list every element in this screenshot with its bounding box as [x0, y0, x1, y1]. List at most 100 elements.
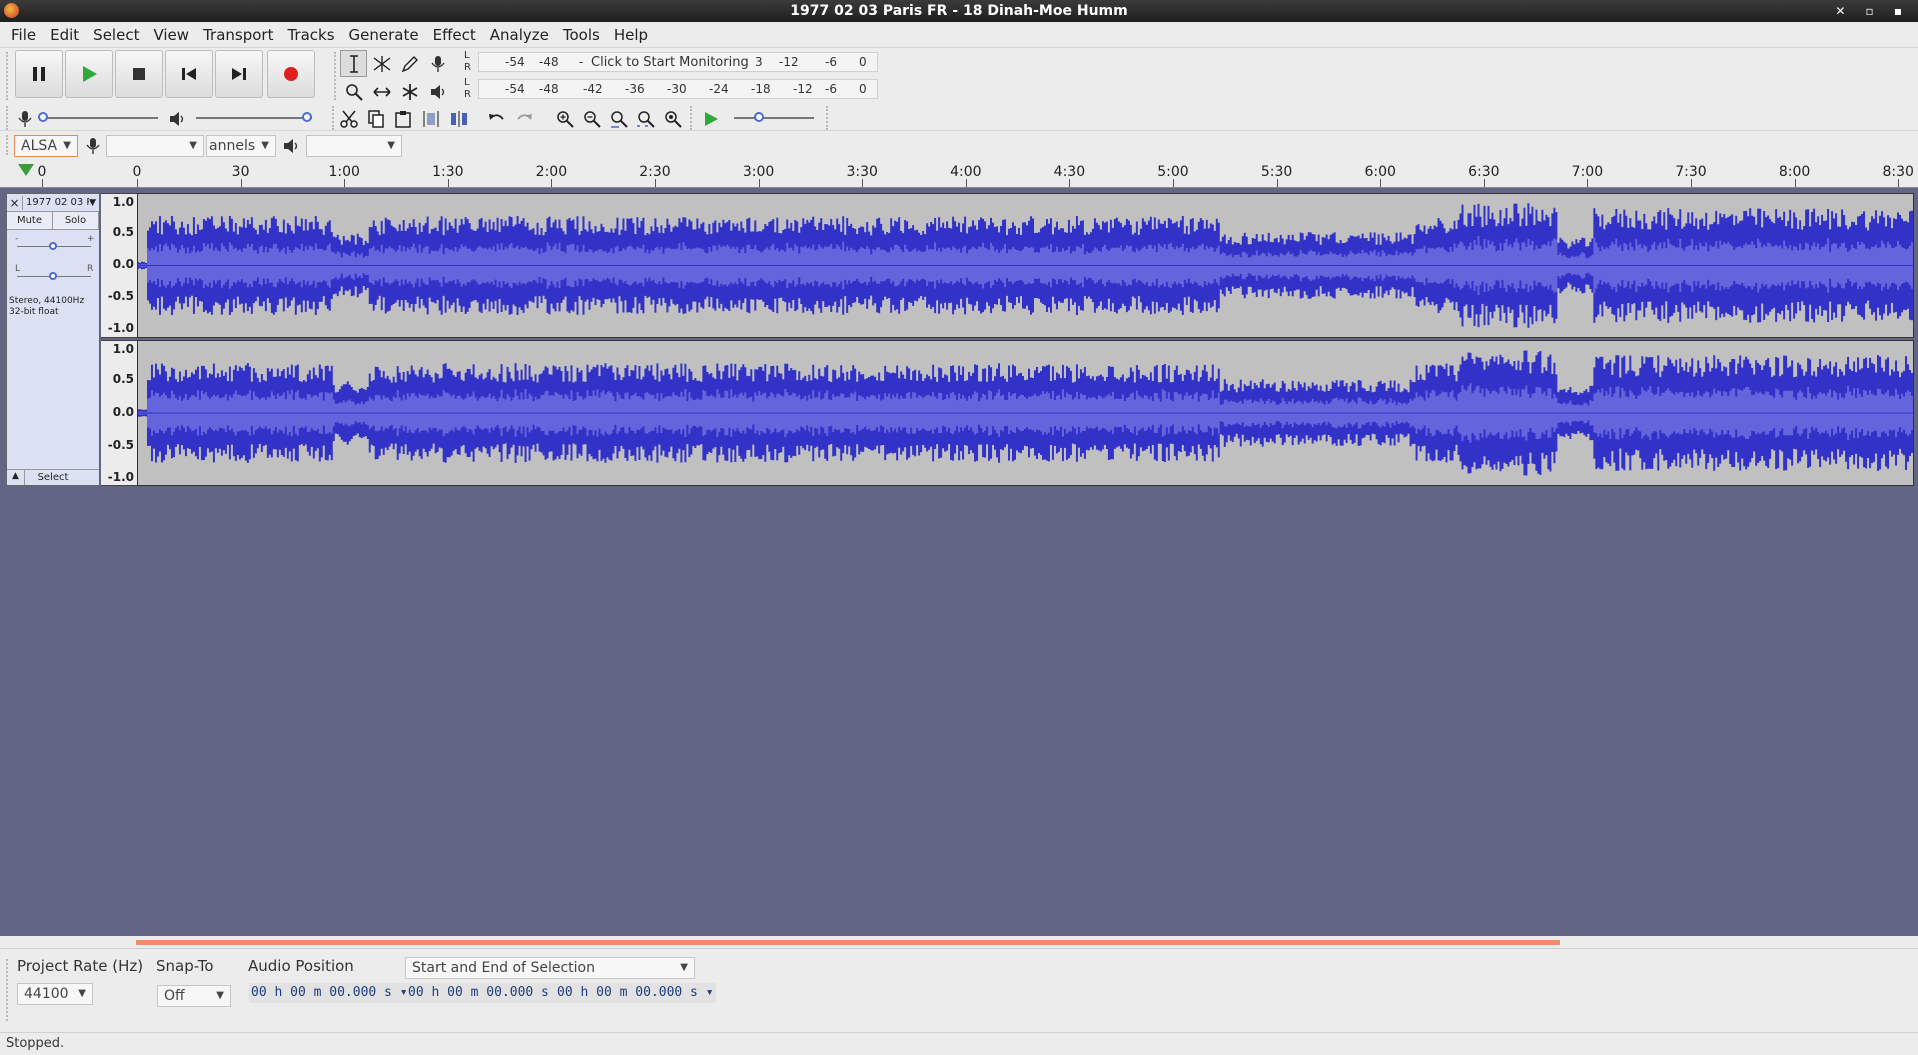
window-controls[interactable]: ✕ ▫ ▪ [1835, 0, 1910, 22]
zoom-out-button[interactable] [579, 106, 605, 132]
record-volume-slider[interactable] [38, 112, 158, 122]
timeline-ruler[interactable]: 0 0 30 1:00 1:30 2:00 2:30 3:00 3:30 4:00 4:30 5:00… [0, 158, 1918, 188]
recording-channels-select[interactable]: annels ▼ [206, 135, 276, 157]
menu-edit[interactable]: Edit [43, 26, 86, 44]
redo-icon [517, 114, 532, 120]
toolbar-grip[interactable] [6, 106, 10, 130]
playback-volume-slider[interactable] [196, 112, 312, 122]
zoom-tool[interactable] [340, 78, 367, 105]
copy-button[interactable] [363, 106, 389, 132]
menu-transport[interactable]: Transport [196, 26, 280, 44]
play-tick: -48 [539, 82, 559, 96]
project-rate-value: 44100 [24, 986, 69, 1002]
menu-generate[interactable]: Generate [342, 26, 426, 44]
timeline-label: 1:00 [328, 164, 360, 180]
track-area[interactable]: × 1977 02 03 P ▼ Mute Solo - + L R Stere… [0, 188, 1918, 936]
track-control-panel[interactable]: × 1977 02 03 P ▼ Mute Solo - + L R Stere… [6, 193, 100, 486]
pan-left-label: L [15, 264, 21, 274]
menu-view[interactable]: View [146, 26, 196, 44]
toolbar-grip[interactable] [334, 52, 338, 100]
slider-thumb[interactable] [38, 112, 48, 122]
fit-selection-button[interactable] [606, 106, 632, 132]
playback-device-select[interactable]: ▼ [306, 135, 402, 157]
click-to-start-monitoring[interactable]: Click to Start Monitoring [589, 55, 751, 70]
record-meter[interactable]: L R -54 -48 - Click to Start Monitoring … [464, 50, 878, 74]
slider-thumb[interactable] [754, 112, 764, 122]
collapse-track-icon[interactable]: ▲ [7, 469, 25, 485]
timeline-label: 0 [37, 164, 47, 180]
envelope-tool[interactable] [368, 50, 395, 77]
slider-thumb[interactable] [49, 272, 57, 280]
zoom-toggle-button[interactable] [660, 106, 686, 132]
record-meter-toggle[interactable] [424, 50, 451, 77]
toolbar-grip[interactable] [826, 106, 830, 130]
playback-meter[interactable]: L R -54 -48 -42 -36 -30 -24 -18 -12 -6 0 [464, 77, 878, 101]
toolbar-grip[interactable] [6, 135, 10, 155]
toolbar-grip[interactable] [690, 106, 694, 130]
menu-analyze[interactable]: Analyze [483, 26, 556, 44]
vertical-ruler-right[interactable]: 1.0 0.5 0.0 -0.5 -1.0 [101, 340, 137, 486]
menu-help[interactable]: Help [607, 26, 655, 44]
redo-button[interactable] [511, 106, 537, 132]
track-pan-slider[interactable] [17, 272, 91, 280]
time-shift-tool[interactable] [368, 78, 395, 105]
menu-select[interactable]: Select [86, 26, 146, 44]
waveform-left-channel[interactable] [137, 193, 1914, 338]
vertical-ruler-left[interactable]: 1.0 0.5 0.0 -0.5 -1.0 [101, 193, 137, 338]
cut-button[interactable] [336, 106, 362, 132]
paste-button[interactable] [390, 106, 416, 132]
record-button[interactable] [267, 50, 315, 98]
project-rate-select[interactable]: 44100 ▼ [17, 983, 93, 1005]
track-close-button[interactable]: × [7, 195, 23, 210]
track-name-menu[interactable]: 1977 02 03 P [23, 197, 89, 208]
menu-file[interactable]: File [4, 26, 43, 44]
record-meter-scale[interactable]: -54 -48 - Click to Start Monitoring 3 -1… [478, 52, 878, 72]
play-at-speed-button[interactable] [698, 106, 724, 132]
solo-button[interactable]: Solo [53, 212, 99, 229]
draw-tool[interactable] [396, 50, 423, 77]
menu-tools[interactable]: Tools [556, 26, 607, 44]
toolbar-grip[interactable] [6, 52, 10, 100]
track-gain-slider[interactable] [17, 242, 91, 250]
audio-host-select[interactable]: ALSA ▼ [14, 135, 78, 157]
ruler-label: 0.0 [112, 257, 134, 271]
stop-button[interactable] [115, 50, 163, 98]
skip-to-end-button[interactable] [215, 50, 263, 98]
undo-button[interactable] [484, 106, 510, 132]
horizontal-scroll-strip[interactable] [0, 936, 1918, 948]
silence-button[interactable] [446, 106, 472, 132]
play-speed-slider[interactable] [734, 112, 814, 122]
playback-device-icon [278, 133, 304, 159]
trim-button[interactable] [418, 106, 444, 132]
pause-button[interactable] [15, 50, 63, 98]
zoom-in-button[interactable] [552, 106, 578, 132]
toolbar-area: L R -54 -48 - Click to Start Monitoring … [0, 48, 1918, 158]
dropdown-arrow-icon: ▼ [189, 140, 197, 151]
selection-tool[interactable] [340, 50, 367, 77]
selection-end-time[interactable]: 00 h 00 m 00.000 s ▾ [555, 983, 716, 1003]
fit-selection-icon [611, 111, 628, 128]
menu-effect[interactable]: Effect [426, 26, 483, 44]
play-head-triangle-icon[interactable] [18, 164, 34, 176]
audio-position-time[interactable]: 00 h 00 m 00.000 s ▾ [249, 983, 410, 1003]
multi-tool[interactable] [396, 78, 423, 105]
snap-to-select[interactable]: Off ▼ [157, 985, 231, 1007]
play-button[interactable] [65, 50, 113, 98]
toolbar-grip[interactable] [6, 959, 10, 1021]
playback-meter-scale[interactable]: -54 -48 -42 -36 -30 -24 -18 -12 -6 0 [478, 79, 878, 99]
waveform-right-channel[interactable] [137, 340, 1914, 486]
tools-toolbar [340, 50, 451, 105]
recording-device-select[interactable]: ▼ [106, 135, 204, 157]
selection-start-time[interactable]: 00 h 00 m 00.000 s ▾ [406, 983, 567, 1003]
slider-thumb[interactable] [49, 242, 57, 250]
record-tick: -12 [779, 55, 799, 69]
selection-mode-select[interactable]: Start and End of Selection ▼ [405, 957, 695, 979]
gain-minus-label: - [15, 234, 19, 244]
play-meter-toggle[interactable] [424, 78, 451, 105]
menu-tracks[interactable]: Tracks [280, 26, 341, 44]
slider-thumb[interactable] [302, 112, 312, 122]
track-menu-arrow-icon[interactable]: ▼ [89, 198, 99, 208]
mute-button[interactable]: Mute [7, 212, 53, 229]
skip-to-start-button[interactable] [165, 50, 213, 98]
fit-project-button[interactable] [633, 106, 659, 132]
